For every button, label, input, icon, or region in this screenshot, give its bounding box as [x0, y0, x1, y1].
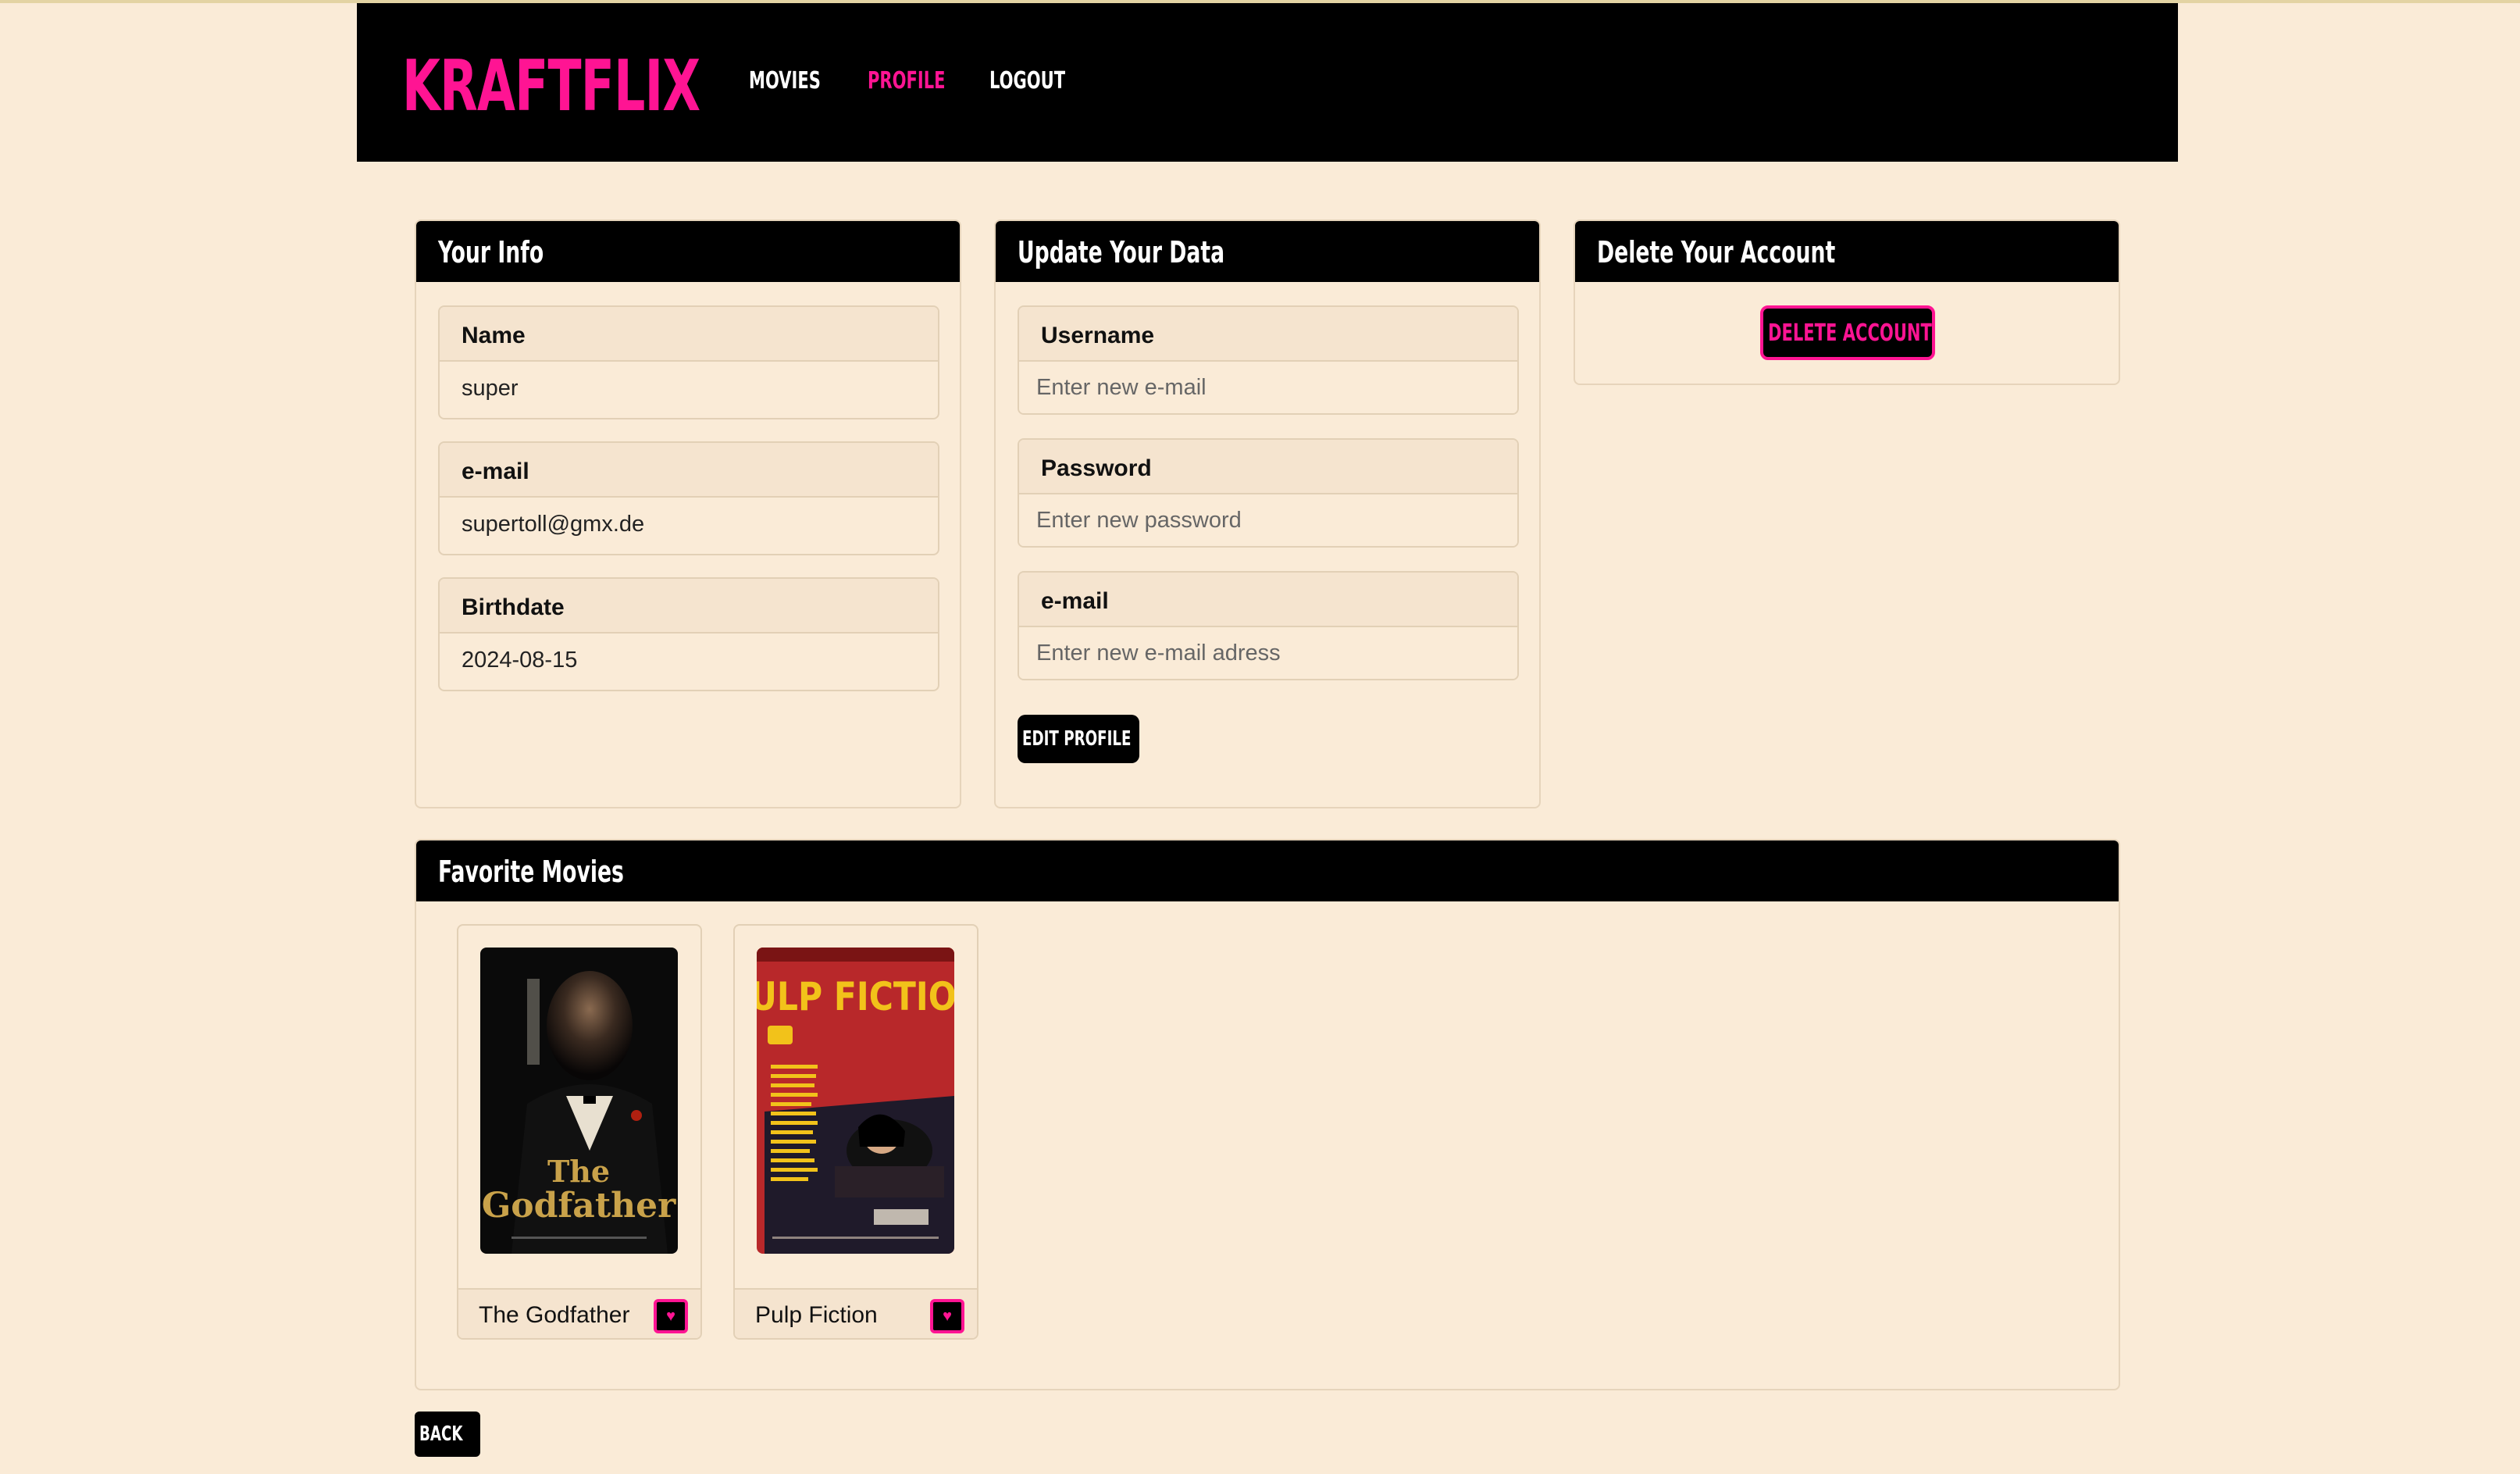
movie-card[interactable]: The Godfather The Godfather ♥	[457, 924, 702, 1340]
card-header: Update Your Data	[996, 221, 1539, 282]
navbar: KRAFTFLIX MOVIES PROFILE LOGOUT	[357, 3, 2178, 162]
delete-account-label: DELETE ACCOUNT	[1768, 319, 1932, 347]
birthdate-field: Birthdate 2024-08-15	[438, 577, 939, 691]
field-label: e-mail	[440, 443, 938, 498]
password-form-group: Password	[1018, 438, 1519, 548]
godfather-poster[interactable]: The Godfather	[480, 948, 678, 1254]
nav-link-logout[interactable]: LOGOUT	[989, 67, 1065, 95]
field-value: supertoll@gmx.de	[462, 512, 645, 537]
card-header: Favorite Movies	[416, 841, 2119, 901]
update-data-card: Update Your Data Username Password e-mai…	[994, 219, 1541, 808]
your-info-card: Your Info Name super e-mail supertoll@gm…	[415, 219, 961, 808]
card-header: Delete Your Account	[1575, 221, 2119, 282]
nav-link-movies[interactable]: MOVIES	[749, 67, 821, 95]
username-form-group: Username	[1018, 305, 1519, 415]
delete-account-title: Delete Your Account	[1597, 235, 1836, 269]
svg-text:Godfather: Godfather	[482, 1186, 676, 1226]
password-input[interactable]	[1019, 494, 1517, 546]
field-label: Password	[1019, 440, 1517, 494]
field-value: super	[462, 376, 519, 401]
heart-icon[interactable]: ♥	[930, 1299, 964, 1333]
back-button[interactable]: BACK	[415, 1412, 480, 1457]
movie-card[interactable]: PULP FICTION	[733, 924, 978, 1340]
brand-logo[interactable]: KRAFTFLIX	[402, 45, 700, 127]
pulp-fiction-poster-image: PULP FICTION	[757, 948, 954, 1254]
delete-account-card: Delete Your Account DELETE ACCOUNT	[1574, 219, 2120, 385]
favorite-movies-title: Favorite Movies	[438, 855, 624, 889]
back-label: BACK	[419, 1422, 463, 1446]
pulp-fiction-poster[interactable]: PULP FICTION	[757, 948, 954, 1254]
godfather-poster-image: The Godfather	[480, 948, 678, 1254]
heart-icon[interactable]: ♥	[654, 1299, 688, 1333]
email-form-group: e-mail	[1018, 571, 1519, 680]
movie-title: The Godfather	[479, 1302, 630, 1328]
update-data-title: Update Your Data	[1018, 235, 1225, 269]
movie-card-footer: Pulp Fiction ♥	[735, 1288, 977, 1338]
field-label: Username	[1019, 307, 1517, 362]
delete-account-button[interactable]: DELETE ACCOUNT	[1760, 305, 1935, 360]
movie-title: Pulp Fiction	[755, 1302, 878, 1328]
email-input[interactable]	[1019, 627, 1517, 679]
field-label: e-mail	[1019, 573, 1517, 627]
favorite-movies-card: Favorite Movies The Godfather The Godfat…	[415, 839, 2120, 1390]
email-field: e-mail supertoll@gmx.de	[438, 441, 939, 555]
svg-text:The: The	[547, 1154, 610, 1189]
name-field: Name super	[438, 305, 939, 419]
svg-text:PULP FICTION: PULP FICTION	[757, 974, 954, 1019]
card-header: Your Info	[416, 221, 960, 282]
field-label: Birthdate	[440, 579, 938, 633]
field-value: 2024-08-15	[462, 648, 578, 673]
movie-card-footer: The Godfather ♥	[458, 1288, 700, 1338]
your-info-title: Your Info	[438, 235, 544, 269]
nav-link-profile[interactable]: PROFILE	[868, 67, 946, 95]
field-label: Name	[440, 307, 938, 362]
edit-profile-label: EDIT PROFILE	[1022, 727, 1132, 751]
edit-profile-button[interactable]: EDIT PROFILE	[1018, 715, 1139, 763]
username-input[interactable]	[1019, 362, 1517, 413]
